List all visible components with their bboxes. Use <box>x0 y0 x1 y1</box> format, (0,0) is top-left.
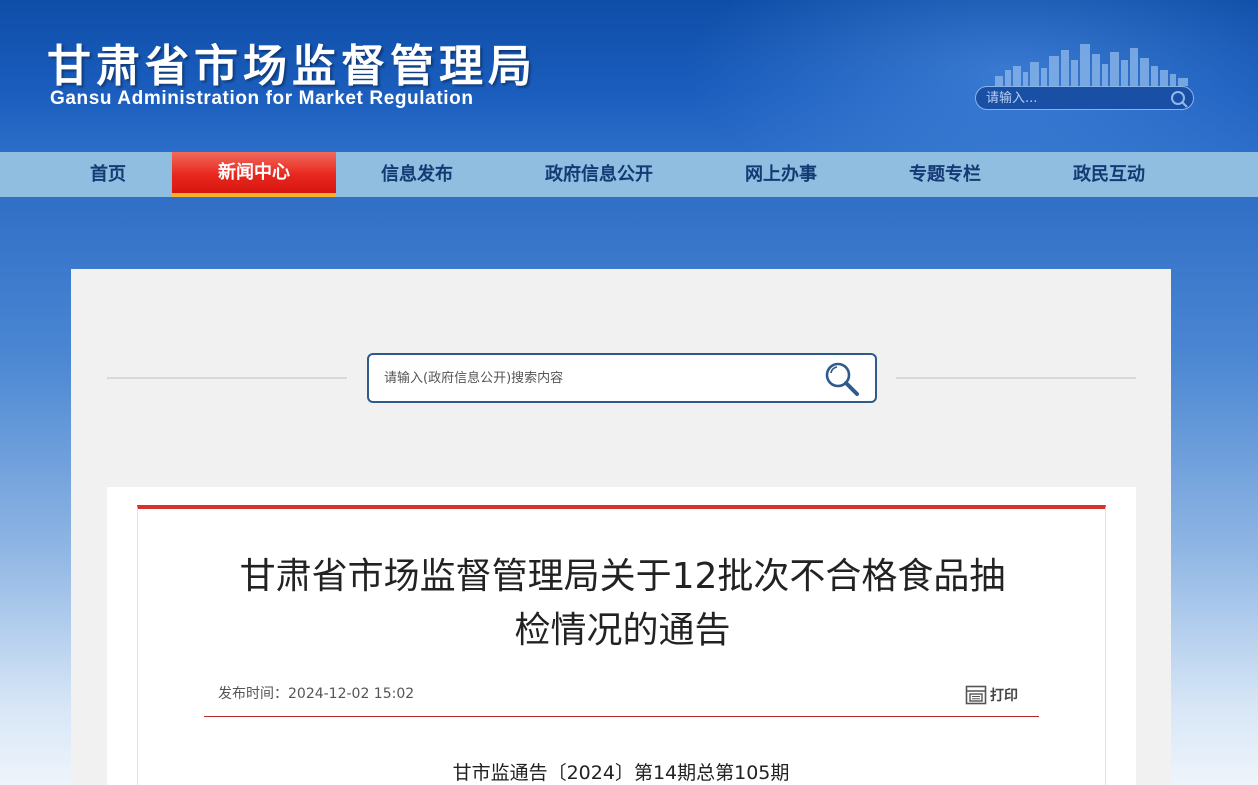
printer-icon <box>965 685 987 705</box>
gov-info-search-box <box>367 353 877 403</box>
site-header: 甘肃省市场监督管理局 Gansu Administration for Mark… <box>0 0 1258 152</box>
publish-time: 2024-12-02 15:02 <box>288 686 415 702</box>
main-nav: 首页 新闻中心 信息发布 政府信息公开 网上办事 专题专栏 政民互动 <box>0 152 1258 197</box>
nav-item-gov-info-disclosure[interactable]: 政府信息公开 <box>498 152 700 197</box>
publish-info: 发布时间：2024-12-02 15:02 <box>218 683 414 703</box>
article-title: 甘肃省市场监督管理局关于12批次不合格食品抽 检情况的通告 <box>200 550 1045 658</box>
divider-right <box>896 377 1136 379</box>
nav-item-special-topics[interactable]: 专题专栏 <box>862 152 1028 197</box>
nav-item-public-interaction[interactable]: 政民互动 <box>1028 152 1190 197</box>
search-icon[interactable] <box>1169 89 1189 109</box>
gov-info-search-input[interactable] <box>384 367 804 389</box>
article-title-line-2: 检情况的通告 <box>514 610 731 651</box>
publish-label: 发布时间： <box>218 686 288 702</box>
header-search-input[interactable] <box>986 89 1166 108</box>
print-button[interactable]: 打印 <box>965 684 1018 706</box>
nav-item-info-release[interactable]: 信息发布 <box>336 152 498 197</box>
header-search-box <box>975 86 1194 110</box>
document-number: 甘市监通告〔2024〕第14期总第105期 <box>452 762 790 784</box>
nav-item-news-center[interactable]: 新闻中心 <box>172 152 336 197</box>
article-title-line-1: 甘肃省市场监督管理局关于12批次不合格食品抽 <box>239 556 1006 597</box>
divider-left <box>107 377 347 379</box>
nav-item-online-services[interactable]: 网上办事 <box>700 152 862 197</box>
nav-item-home[interactable]: 首页 <box>44 152 172 197</box>
site-title-en[interactable]: Gansu Administration for Market Regulati… <box>50 88 474 110</box>
city-skyline-icon <box>995 44 1188 86</box>
search-icon[interactable] <box>823 360 861 398</box>
site-title-cn[interactable]: 甘肃省市场监督管理局 <box>47 30 537 94</box>
print-label: 打印 <box>990 688 1018 704</box>
meta-divider <box>204 716 1039 717</box>
